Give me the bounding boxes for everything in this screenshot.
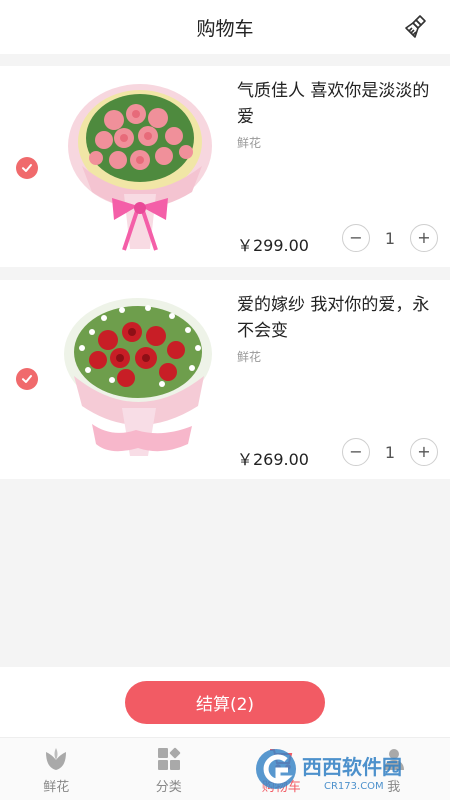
- flower-icon: [43, 746, 69, 772]
- product-price: ￥269.00: [237, 450, 309, 469]
- cart-item: 气质佳人 喜欢你是淡淡的爱 鲜花 ￥299.00 − 1 +: [0, 66, 450, 267]
- product-image[interactable]: [52, 288, 224, 473]
- tab-cart[interactable]: 购物车: [225, 738, 338, 800]
- check-icon: [22, 375, 32, 383]
- header: 购物车: [0, 0, 450, 54]
- check-icon: [22, 164, 32, 172]
- checkout-button[interactable]: 结算(2): [125, 681, 325, 724]
- product-category: 鲜花: [237, 350, 262, 364]
- product-category: 鲜花: [237, 136, 262, 150]
- increase-button[interactable]: +: [410, 438, 438, 466]
- product-image[interactable]: [52, 74, 224, 259]
- decrease-button[interactable]: −: [342, 438, 370, 466]
- empty-area: [0, 479, 450, 667]
- cart-icon: [268, 746, 294, 772]
- quantity-value: 1: [384, 228, 396, 248]
- tab-flowers[interactable]: 鲜花: [0, 738, 113, 800]
- product-price: ￥299.00: [237, 236, 309, 255]
- page-title: 购物车: [196, 17, 254, 40]
- increase-button[interactable]: +: [410, 224, 438, 252]
- tab-label: 我: [387, 780, 401, 795]
- tab-label: 分类: [155, 780, 182, 795]
- tab-me[interactable]: 我: [338, 738, 450, 800]
- decrease-button[interactable]: −: [342, 224, 370, 252]
- item-checkbox[interactable]: [16, 368, 38, 390]
- quantity-value: 1: [384, 442, 396, 462]
- quantity-stepper: − 1 +: [342, 437, 438, 467]
- broom-icon[interactable]: [402, 12, 432, 42]
- cart-item: 爱的嫁纱 我对你的爱，永不会变 鲜花 ￥269.00 − 1 +: [0, 280, 450, 479]
- product-name[interactable]: 爱的嫁纱 我对你的爱，永不会变: [237, 292, 437, 344]
- user-icon: [381, 746, 407, 772]
- item-checkbox[interactable]: [16, 157, 38, 179]
- category-icon: [156, 746, 182, 772]
- product-name[interactable]: 气质佳人 喜欢你是淡淡的爱: [237, 78, 437, 130]
- tab-label: 鲜花: [43, 780, 70, 795]
- tab-bar: 鲜花 分类 购物车 我: [0, 737, 450, 800]
- tab-label: 购物车: [261, 780, 301, 795]
- checkout-bar: 结算(2): [0, 667, 450, 737]
- tab-category[interactable]: 分类: [113, 738, 226, 800]
- quantity-stepper: − 1 +: [342, 223, 438, 253]
